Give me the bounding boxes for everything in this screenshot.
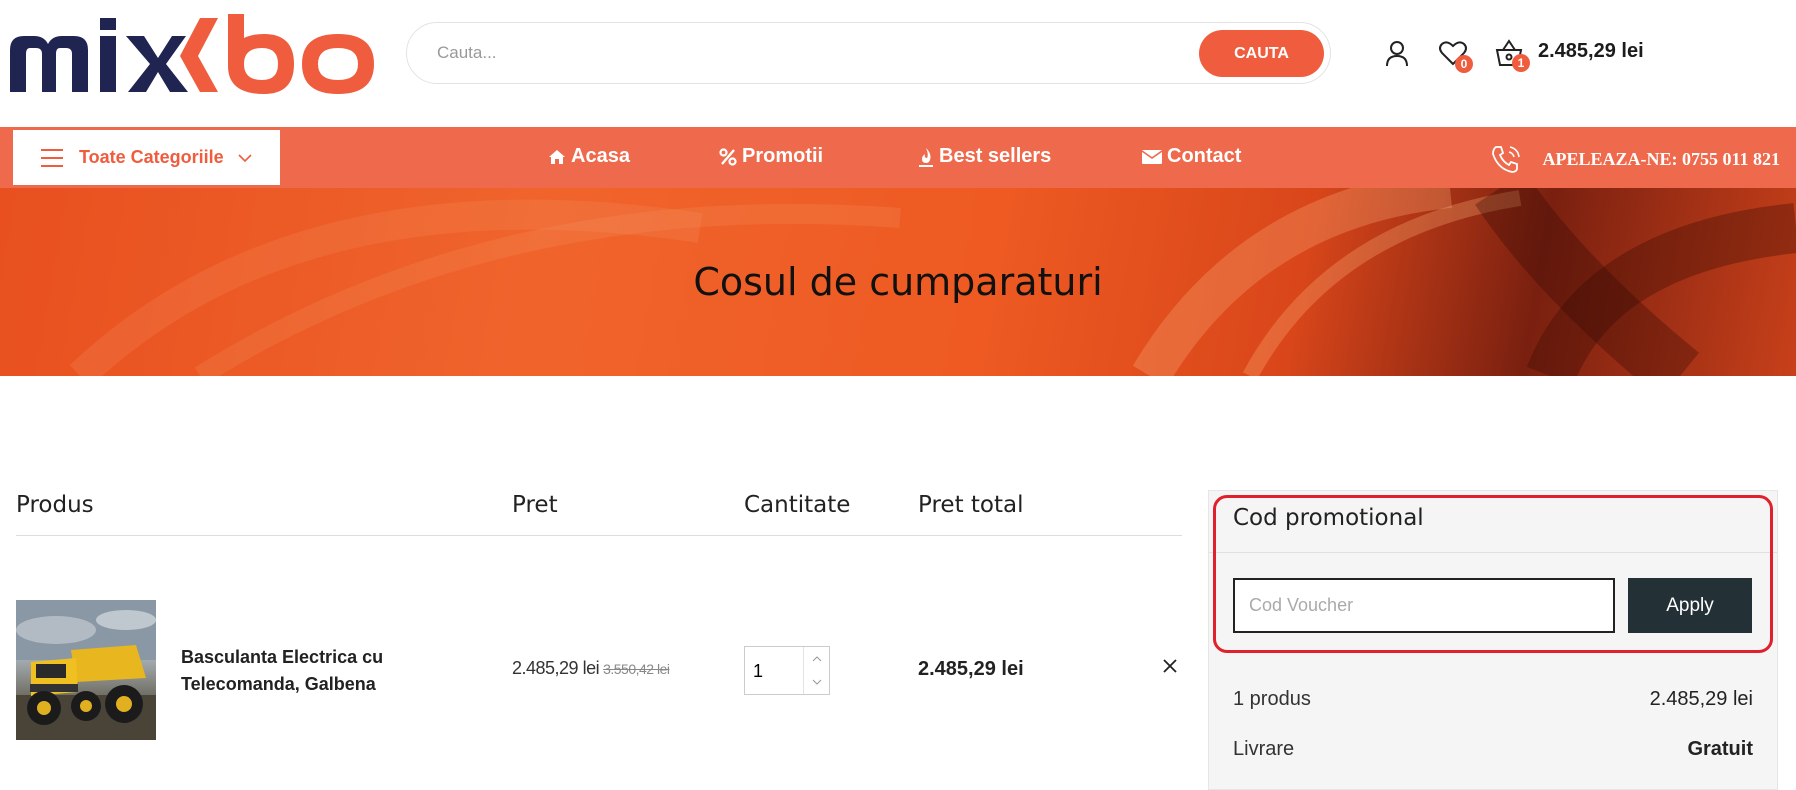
- chevron-down-icon: [812, 679, 821, 685]
- nav-item-label: Acasa: [571, 145, 630, 167]
- search-button[interactable]: CAUTA: [1199, 30, 1324, 77]
- wishlist-count-badge: 0: [1455, 55, 1473, 73]
- summary-row-shipping: Livrare Gratuit: [1233, 738, 1753, 761]
- product-thumbnail[interactable]: [16, 600, 156, 740]
- nav-item-best-sellers[interactable]: Best sellers: [918, 145, 1051, 168]
- main-nav: Toate Categoriile Acasa Promotii Best se…: [0, 127, 1796, 188]
- nav-item-contact[interactable]: Contact: [1142, 145, 1241, 168]
- chevron-down-icon: [238, 153, 252, 162]
- search-bar: CAUTA: [406, 22, 1331, 84]
- column-header-product: Produs: [16, 492, 94, 518]
- mixbo-logo[interactable]: [8, 14, 383, 94]
- remove-item-icon[interactable]: [1160, 656, 1180, 676]
- phone-icon: [1492, 146, 1521, 173]
- product-image: [16, 600, 156, 740]
- percent-icon: [719, 147, 737, 166]
- site-header: CAUTA 0 1 2.485,29 lei: [0, 0, 1796, 127]
- cart-count-badge: 1: [1512, 54, 1530, 72]
- nav-item-label: Promotii: [742, 145, 824, 167]
- quantity-increase-button[interactable]: [804, 647, 829, 670]
- phone-contact[interactable]: APELEAZA-NE: 0755 011 821: [1490, 143, 1780, 175]
- quantity-spinner: [803, 647, 829, 694]
- quantity-decrease-button[interactable]: [804, 670, 829, 693]
- all-categories-button[interactable]: Toate Categoriile: [13, 130, 280, 185]
- page-title: Cosul de cumparaturi: [693, 260, 1103, 304]
- quantity-stepper: [744, 646, 830, 695]
- hamburger-icon: [41, 148, 63, 167]
- quantity-input[interactable]: [753, 659, 803, 683]
- product-name-link[interactable]: Basculanta Electrica cu Telecomanda, Gal…: [181, 644, 441, 698]
- nav-item-label: Best sellers: [939, 145, 1052, 167]
- phone-label: APELEAZA-NE: 0755 011 821: [1542, 148, 1780, 169]
- row-total-price: 2.485,29 lei: [918, 658, 1024, 680]
- home-icon: [549, 149, 565, 164]
- nav-item-acasa[interactable]: Acasa: [548, 145, 630, 168]
- summary-label: Livrare: [1233, 738, 1295, 760]
- nav-item-label: Contact: [1167, 145, 1242, 167]
- summary-value: 2.485,29 lei: [1649, 688, 1753, 710]
- all-categories-label: Toate Categoriile: [79, 147, 224, 167]
- table-header-divider: [16, 535, 1182, 536]
- column-header-price: Pret: [512, 492, 558, 518]
- search-input[interactable]: [437, 37, 1177, 69]
- summary-value: Gratuit: [1687, 738, 1753, 760]
- cart-total[interactable]: 2.485,29 lei: [1538, 40, 1644, 63]
- old-price: 3.550,42 lei: [603, 661, 670, 677]
- nav-item-promotii[interactable]: Promotii: [719, 145, 823, 168]
- envelope-icon: [1142, 149, 1162, 164]
- current-price: 2.485,29 lei: [512, 658, 600, 678]
- column-header-quantity: Cantitate: [744, 492, 851, 518]
- summary-row-products: 1 produs 2.485,29 lei: [1233, 688, 1753, 711]
- column-header-total: Pret total: [918, 492, 1024, 518]
- chevron-up-icon: [812, 655, 821, 661]
- user-icon[interactable]: [1382, 38, 1412, 68]
- promo-highlight-box: [1213, 495, 1773, 653]
- summary-label: 1 produs: [1233, 688, 1311, 710]
- fire-icon: [919, 147, 933, 167]
- page-banner: Cosul de cumparaturi: [0, 188, 1796, 376]
- product-price: 2.485,29 lei 3.550,42 lei: [512, 658, 670, 679]
